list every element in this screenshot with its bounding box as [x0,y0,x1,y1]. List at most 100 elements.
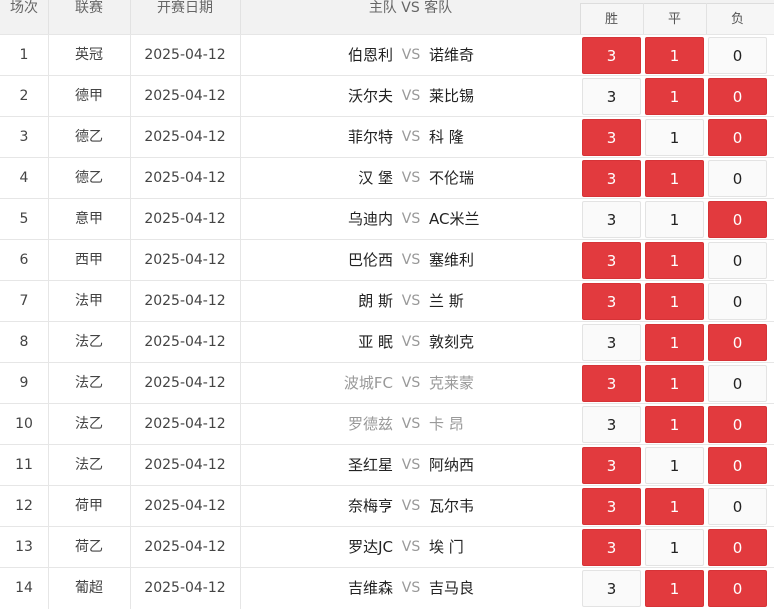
match-date: 2025-04-12 [144,416,226,432]
vs-label: VS [401,211,421,227]
loss-option-button[interactable]: 0 [708,406,767,443]
header-teams: 主队 VS 客队 [368,0,453,16]
win-option-button[interactable]: 3 [582,119,641,156]
win-option-button[interactable]: 3 [582,406,641,443]
table-header: 场次 联赛 开赛日期 主队 VS 客队 胜 平 负 [0,0,774,35]
home-team: 圣红星 [347,456,393,474]
table-row: 8 法乙 2025-04-12 亚 眠 VS 敦刻克 3 1 0 [0,321,774,363]
league-name: 葡超 [75,580,103,596]
round-number: 5 [19,211,29,227]
draw-option-button[interactable]: 1 [645,447,704,484]
header-date: 开赛日期 [157,0,213,16]
loss-option-button[interactable]: 0 [708,201,767,238]
away-team: 吉马良 [429,579,475,597]
win-option-button[interactable]: 3 [582,447,641,484]
win-option-button[interactable]: 3 [582,365,641,402]
header-win: 胜 [604,12,618,27]
league-name: 英冠 [75,47,103,63]
league-name: 德乙 [75,170,103,186]
loss-option-button[interactable]: 0 [708,488,767,525]
home-team: 波城FC [343,374,393,392]
header-divider [643,3,644,34]
round-number: 9 [19,375,29,391]
draw-option-button[interactable]: 1 [645,365,704,402]
home-team: 菲尔特 [347,128,393,146]
draw-option-button[interactable]: 1 [645,488,704,525]
loss-option-button[interactable]: 0 [708,119,767,156]
match-date: 2025-04-12 [144,334,226,350]
league-name: 法乙 [75,416,103,432]
draw-option-button[interactable]: 1 [645,529,704,566]
loss-option-button[interactable]: 0 [708,37,767,74]
win-option-button[interactable]: 3 [582,324,641,361]
win-option-button[interactable]: 3 [582,201,641,238]
draw-option-button[interactable]: 1 [645,570,704,607]
loss-option-button[interactable]: 0 [708,529,767,566]
vs-label: VS [401,457,421,473]
loss-option-button[interactable]: 0 [708,324,767,361]
loss-option-button[interactable]: 0 [708,242,767,279]
draw-option-button[interactable]: 1 [645,37,704,74]
league-name: 意甲 [75,211,103,227]
home-team: 亚 眠 [358,333,393,351]
league-name: 荷甲 [75,498,103,514]
table-row: 14 葡超 2025-04-12 吉维森 VS 吉马良 3 1 0 [0,567,774,609]
away-team: 瓦尔韦 [429,497,475,515]
home-team: 巴伦西 [347,251,393,269]
home-team: 汉 堡 [358,169,393,187]
table-row: 12 荷甲 2025-04-12 奈梅亨 VS 瓦尔韦 3 1 0 [0,485,774,527]
win-option-button[interactable]: 3 [582,283,641,320]
round-number: 4 [19,170,29,186]
draw-option-button[interactable]: 1 [645,201,704,238]
match-date: 2025-04-12 [144,498,226,514]
away-team: 阿纳西 [429,456,475,474]
draw-option-button[interactable]: 1 [645,78,704,115]
draw-option-button[interactable]: 1 [645,160,704,197]
round-number: 10 [15,416,33,432]
home-team: 乌迪内 [347,210,393,228]
match-date: 2025-04-12 [144,457,226,473]
round-number: 2 [19,88,29,104]
win-option-button[interactable]: 3 [582,242,641,279]
table-row: 9 法乙 2025-04-12 波城FC VS 克莱蒙 3 1 0 [0,362,774,404]
round-number: 7 [19,293,29,309]
vs-label: VS [401,170,421,186]
win-option-button[interactable]: 3 [582,78,641,115]
table-row: 10 法乙 2025-04-12 罗德兹 VS 卡 昂310 [0,403,774,445]
match-date: 2025-04-12 [144,580,226,596]
match-date: 2025-04-12 [144,129,226,145]
away-team: 埃 门 [429,538,464,556]
match-date: 2025-04-12 [144,170,226,186]
loss-option-button[interactable]: 0 [708,283,767,320]
draw-option-button[interactable]: 1 [645,242,704,279]
away-team: 莱比锡 [429,87,475,105]
home-team: 罗达JC [348,538,393,556]
win-option-button[interactable]: 3 [582,160,641,197]
draw-option-button[interactable]: 1 [645,324,704,361]
table-row: 6 西甲 2025-04-12 巴伦西 VS 塞维利 3 1 0 [0,239,774,281]
away-team: 兰 斯 [429,292,464,310]
league-name: 西甲 [75,252,103,268]
win-option-button[interactable]: 3 [582,37,641,74]
round-number: 13 [15,539,33,555]
loss-option-button[interactable]: 0 [708,365,767,402]
vs-label: VS [401,252,421,268]
round-number: 14 [15,580,33,596]
table-row: 1 英冠 2025-04-12 伯恩利 VS 诺维奇 3 1 0 [0,34,774,76]
home-team: 奈梅亨 [347,497,393,515]
draw-option-button[interactable]: 1 [645,119,704,156]
vs-label: VS [401,416,421,432]
home-team: 伯恩利 [347,46,393,64]
win-option-button[interactable]: 3 [582,529,641,566]
draw-option-button[interactable]: 1 [645,406,704,443]
loss-option-button[interactable]: 0 [708,160,767,197]
header-loss: 负 [730,12,744,27]
loss-option-button[interactable]: 0 [708,570,767,607]
win-option-button[interactable]: 3 [582,488,641,525]
win-option-button[interactable]: 3 [582,570,641,607]
vs-label: VS [401,129,421,145]
draw-option-button[interactable]: 1 [645,283,704,320]
round-number: 11 [15,457,33,473]
loss-option-button[interactable]: 0 [708,447,767,484]
loss-option-button[interactable]: 0 [708,78,767,115]
